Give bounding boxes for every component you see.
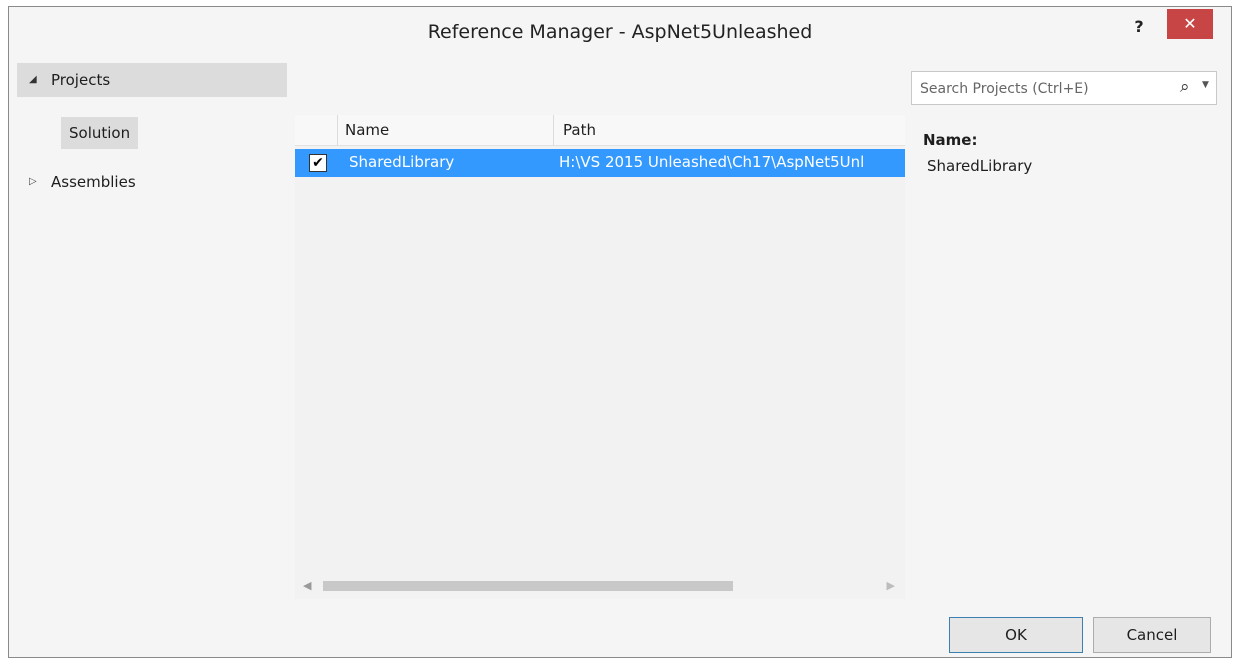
reference-manager-dialog: Reference Manager - AspNet5Unleashed ? ✕…: [8, 6, 1232, 658]
scroll-right-icon[interactable]: ▶: [887, 579, 895, 592]
dialog-title: Reference Manager - AspNet5Unleashed: [427, 21, 813, 43]
title-bar: Reference Manager - AspNet5Unleashed ? ✕: [9, 7, 1231, 59]
expanded-arrow-icon[interactable]: ◢: [29, 63, 37, 97]
row-checkbox[interactable]: ✔: [309, 154, 327, 172]
horizontal-scrollbar[interactable]: ◀ ▶: [295, 577, 905, 595]
nav-item-label: Projects: [51, 71, 111, 89]
nav-item-label: Assemblies: [51, 173, 136, 191]
search-icon[interactable]: ⌕: [1180, 77, 1190, 97]
close-button[interactable]: ✕: [1167, 9, 1213, 39]
table-row[interactable]: ✔ SharedLibrary H:\VS 2015 Unleashed\Ch1…: [295, 149, 905, 177]
nav-item-solution[interactable]: Solution: [61, 117, 139, 149]
details-name-label: Name:: [923, 131, 978, 149]
left-pane: ◢ Projects Solution ▷ Assemblies: [17, 63, 287, 599]
ok-button[interactable]: OK: [949, 617, 1083, 653]
nav-item-projects[interactable]: ◢ Projects: [17, 63, 287, 97]
collapsed-arrow-icon[interactable]: ▷: [29, 165, 37, 199]
cancel-button[interactable]: Cancel: [1093, 617, 1211, 653]
column-header-name[interactable]: Name: [345, 121, 389, 139]
list-header: Name Path: [295, 115, 905, 146]
close-icon: ✕: [1183, 14, 1197, 33]
row-name: SharedLibrary: [349, 153, 455, 171]
column-header-path[interactable]: Path: [563, 121, 596, 139]
search-input[interactable]: [918, 76, 1172, 102]
scroll-left-icon[interactable]: ◀: [303, 579, 311, 592]
search-box[interactable]: ⌕ ▼: [911, 71, 1217, 105]
nav-item-assemblies[interactable]: ▷ Assemblies: [17, 165, 287, 199]
details-name-value: SharedLibrary: [927, 157, 1033, 175]
chevron-down-icon[interactable]: ▼: [1202, 80, 1209, 90]
help-button[interactable]: ?: [1127, 15, 1151, 39]
dialog-footer: OK Cancel: [9, 599, 1231, 657]
project-list: Name Path ✔ SharedLibrary H:\VS 2015 Unl…: [295, 115, 905, 599]
row-path: H:\VS 2015 Unleashed\Ch17\AspNet5Unl: [559, 153, 865, 171]
column-divider[interactable]: [553, 115, 554, 145]
column-divider[interactable]: [337, 115, 338, 145]
scrollbar-thumb[interactable]: [323, 581, 733, 591]
